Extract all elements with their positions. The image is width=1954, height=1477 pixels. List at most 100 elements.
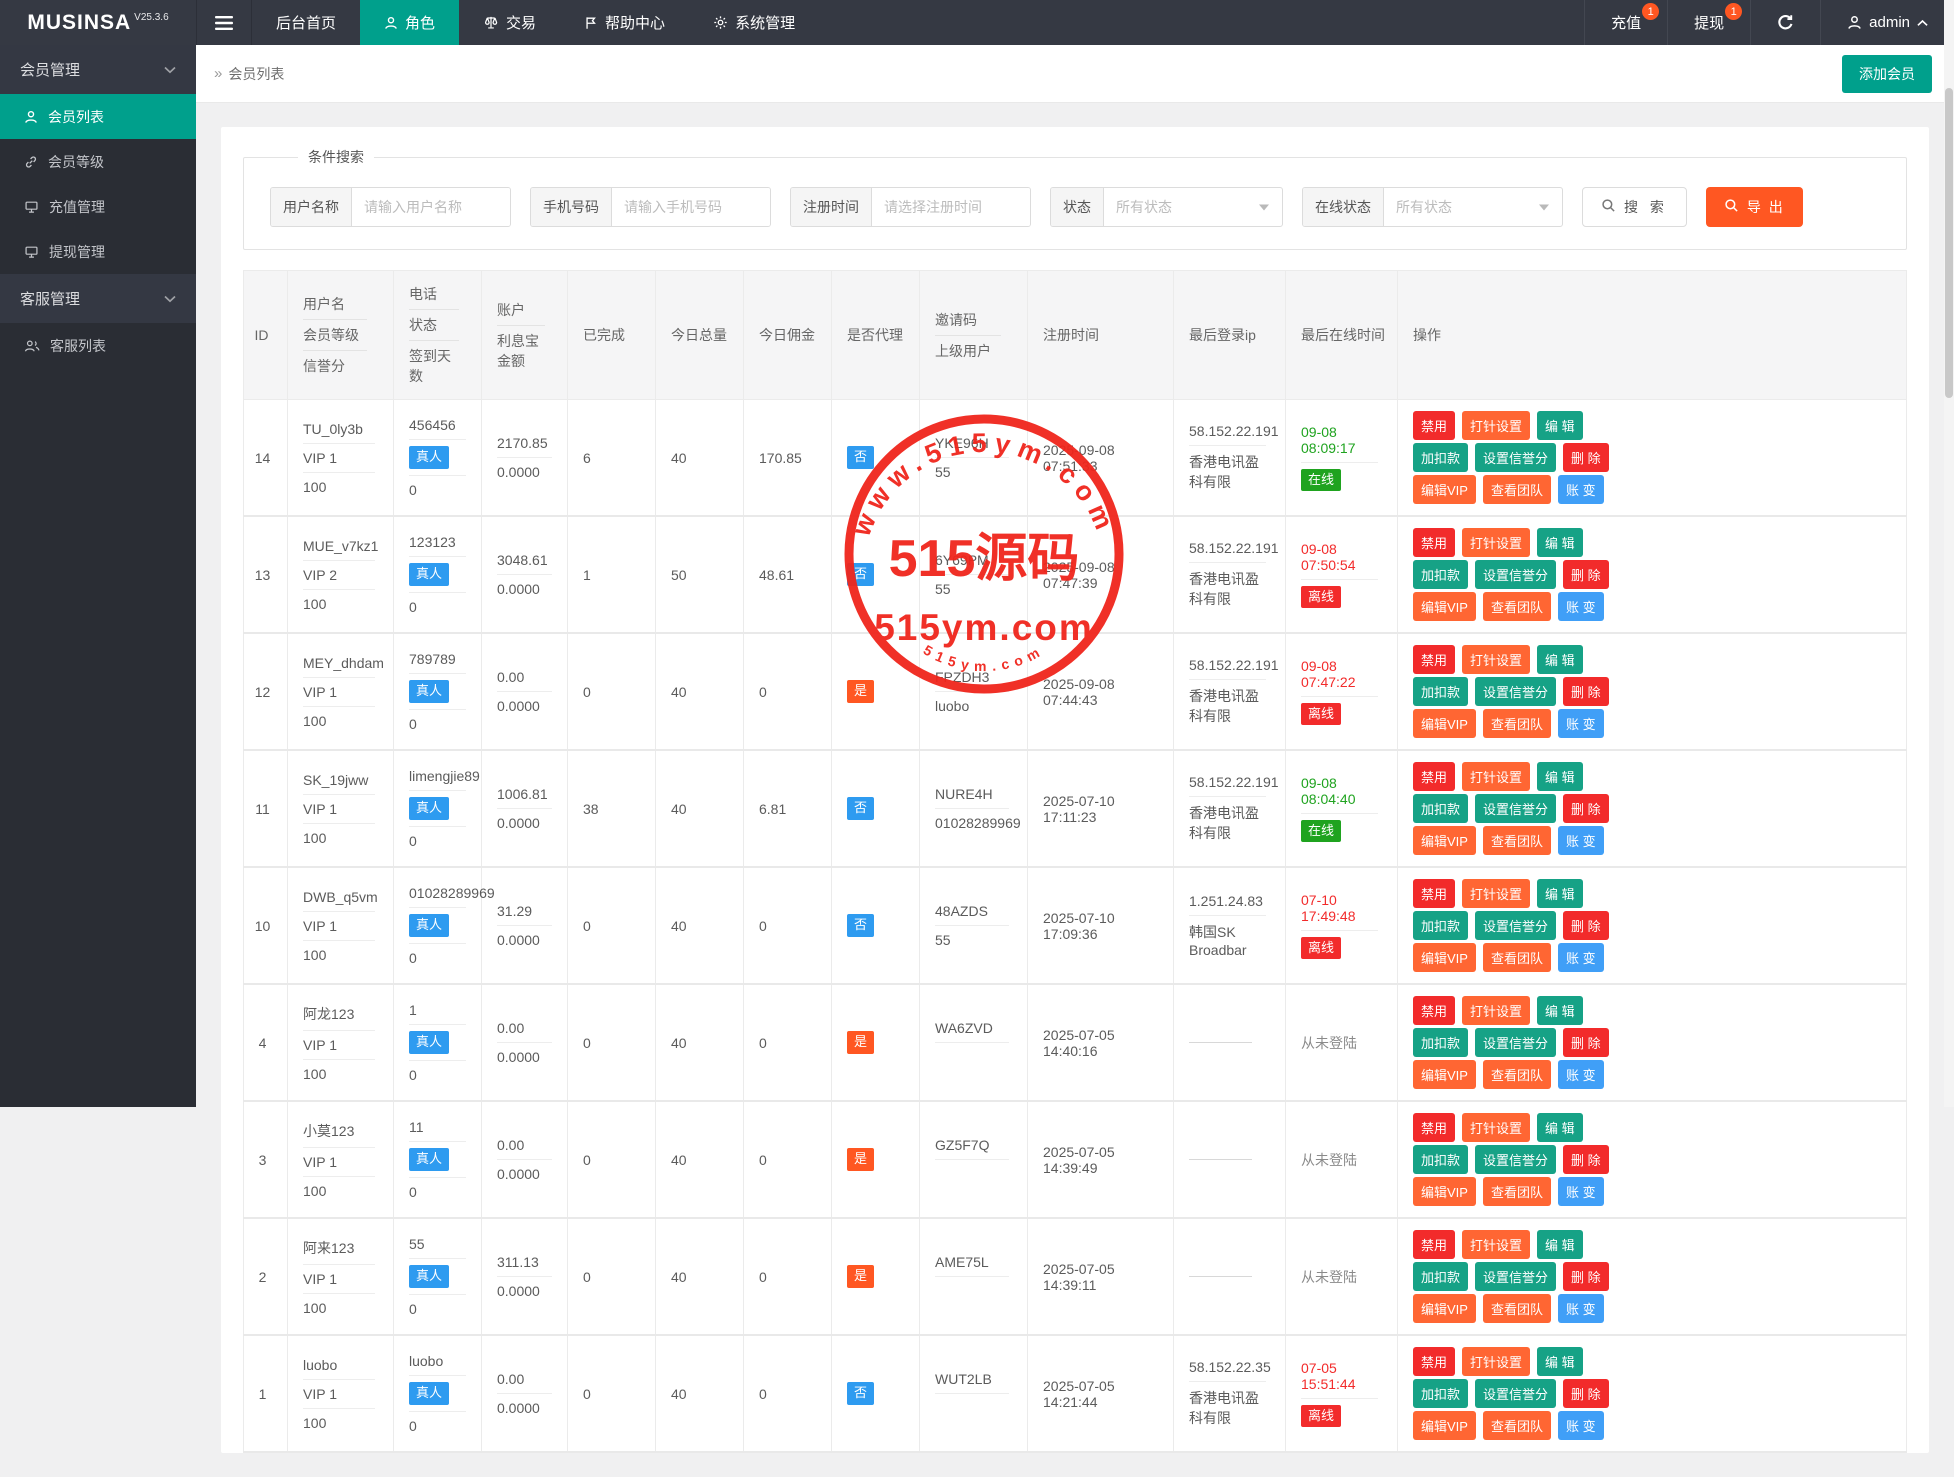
action-删除-button[interactable]: 删 除 — [1563, 677, 1609, 706]
nav-item-2[interactable]: 交易 — [459, 0, 560, 45]
export-button[interactable]: 导 出 — [1706, 187, 1803, 227]
action-查看团队-button[interactable]: 查看团队 — [1483, 943, 1551, 972]
action-编辑-button[interactable]: 编 辑 — [1537, 762, 1583, 791]
action-打针设置-button[interactable]: 打针设置 — [1462, 528, 1530, 557]
admin-user-menu[interactable]: admin — [1820, 0, 1954, 45]
action-打针设置-button[interactable]: 打针设置 — [1462, 762, 1530, 791]
sidebar-group-0[interactable]: 会员管理 — [0, 45, 196, 94]
scrollbar-thumb[interactable] — [1945, 88, 1953, 398]
action-编辑VIP-button[interactable]: 编辑VIP — [1413, 1060, 1476, 1089]
action-禁用-button[interactable]: 禁用 — [1413, 1113, 1455, 1142]
action-编辑VIP-button[interactable]: 编辑VIP — [1413, 709, 1476, 738]
action-账变-button[interactable]: 账 变 — [1558, 1294, 1604, 1323]
action-查看团队-button[interactable]: 查看团队 — [1483, 826, 1551, 855]
action-编辑VIP-button[interactable]: 编辑VIP — [1413, 592, 1476, 621]
action-编辑-button[interactable]: 编 辑 — [1537, 1230, 1583, 1259]
search-button[interactable]: 搜 索 — [1582, 187, 1687, 227]
action-删除-button[interactable]: 删 除 — [1563, 1379, 1609, 1408]
action-禁用-button[interactable]: 禁用 — [1413, 1347, 1455, 1376]
action-编辑-button[interactable]: 编 辑 — [1537, 411, 1583, 440]
action-删除-button[interactable]: 删 除 — [1563, 1145, 1609, 1174]
action-账变-button[interactable]: 账 变 — [1558, 1411, 1604, 1440]
nav-item-4[interactable]: 系统管理 — [689, 0, 819, 45]
action-设置信誉分-button[interactable]: 设置信誉分 — [1475, 911, 1556, 940]
field-input[interactable] — [612, 188, 770, 226]
action-打针设置-button[interactable]: 打针设置 — [1462, 996, 1530, 1025]
action-禁用-button[interactable]: 禁用 — [1413, 879, 1455, 908]
action-账变-button[interactable]: 账 变 — [1558, 826, 1604, 855]
action-编辑-button[interactable]: 编 辑 — [1537, 645, 1583, 674]
action-编辑VIP-button[interactable]: 编辑VIP — [1413, 475, 1476, 504]
action-编辑VIP-button[interactable]: 编辑VIP — [1413, 826, 1476, 855]
action-设置信誉分-button[interactable]: 设置信誉分 — [1475, 677, 1556, 706]
action-设置信誉分-button[interactable]: 设置信誉分 — [1475, 1262, 1556, 1291]
sidebar-item-0-3[interactable]: 提现管理 — [0, 229, 196, 274]
action-账变-button[interactable]: 账 变 — [1558, 1177, 1604, 1206]
action-删除-button[interactable]: 删 除 — [1563, 911, 1609, 940]
field-input[interactable] — [872, 188, 1030, 226]
action-编辑VIP-button[interactable]: 编辑VIP — [1413, 1177, 1476, 1206]
action-查看团队-button[interactable]: 查看团队 — [1483, 1294, 1551, 1323]
action-加扣款-button[interactable]: 加扣款 — [1413, 677, 1468, 706]
vertical-scrollbar[interactable] — [1944, 0, 1954, 1107]
action-账变-button[interactable]: 账 变 — [1558, 709, 1604, 738]
action-账变-button[interactable]: 账 变 — [1558, 592, 1604, 621]
action-打针设置-button[interactable]: 打针设置 — [1462, 645, 1530, 674]
action-打针设置-button[interactable]: 打针设置 — [1462, 1230, 1530, 1259]
nav-item-1[interactable]: 角色 — [360, 0, 459, 45]
action-禁用-button[interactable]: 禁用 — [1413, 528, 1455, 557]
action-删除-button[interactable]: 删 除 — [1563, 1028, 1609, 1057]
action-账变-button[interactable]: 账 变 — [1558, 1060, 1604, 1089]
action-加扣款-button[interactable]: 加扣款 — [1413, 443, 1468, 472]
sidebar-item-1-0[interactable]: 客服列表 — [0, 323, 196, 368]
action-加扣款-button[interactable]: 加扣款 — [1413, 560, 1468, 589]
action-查看团队-button[interactable]: 查看团队 — [1483, 709, 1551, 738]
action-编辑VIP-button[interactable]: 编辑VIP — [1413, 943, 1476, 972]
nav-refresh-button[interactable] — [1750, 0, 1820, 45]
action-编辑-button[interactable]: 编 辑 — [1537, 1347, 1583, 1376]
action-加扣款-button[interactable]: 加扣款 — [1413, 794, 1468, 823]
action-加扣款-button[interactable]: 加扣款 — [1413, 911, 1468, 940]
action-查看团队-button[interactable]: 查看团队 — [1483, 1060, 1551, 1089]
action-编辑-button[interactable]: 编 辑 — [1537, 1113, 1583, 1142]
action-查看团队-button[interactable]: 查看团队 — [1483, 475, 1551, 504]
action-禁用-button[interactable]: 禁用 — [1413, 1230, 1455, 1259]
action-编辑-button[interactable]: 编 辑 — [1537, 528, 1583, 557]
action-查看团队-button[interactable]: 查看团队 — [1483, 1177, 1551, 1206]
action-禁用-button[interactable]: 禁用 — [1413, 411, 1455, 440]
action-编辑VIP-button[interactable]: 编辑VIP — [1413, 1294, 1476, 1323]
sidebar-item-0-2[interactable]: 充值管理 — [0, 184, 196, 229]
action-设置信誉分-button[interactable]: 设置信誉分 — [1475, 1379, 1556, 1408]
action-禁用-button[interactable]: 禁用 — [1413, 996, 1455, 1025]
field-select[interactable]: 所有状态 — [1384, 188, 1562, 226]
action-设置信誉分-button[interactable]: 设置信誉分 — [1475, 794, 1556, 823]
sidebar-item-0-1[interactable]: 会员等级 — [0, 139, 196, 184]
action-设置信誉分-button[interactable]: 设置信誉分 — [1475, 443, 1556, 472]
action-账变-button[interactable]: 账 变 — [1558, 943, 1604, 972]
action-打针设置-button[interactable]: 打针设置 — [1462, 1347, 1530, 1376]
action-删除-button[interactable]: 删 除 — [1563, 443, 1609, 472]
nav-item-3[interactable]: 帮助中心 — [560, 0, 689, 45]
nav-chip-1[interactable]: 提现1 — [1667, 0, 1750, 45]
action-打针设置-button[interactable]: 打针设置 — [1462, 879, 1530, 908]
action-编辑-button[interactable]: 编 辑 — [1537, 996, 1583, 1025]
action-加扣款-button[interactable]: 加扣款 — [1413, 1379, 1468, 1408]
nav-chip-0[interactable]: 充值1 — [1584, 0, 1667, 45]
action-加扣款-button[interactable]: 加扣款 — [1413, 1145, 1468, 1174]
action-设置信誉分-button[interactable]: 设置信誉分 — [1475, 1145, 1556, 1174]
field-input[interactable] — [352, 188, 510, 226]
action-禁用-button[interactable]: 禁用 — [1413, 762, 1455, 791]
action-删除-button[interactable]: 删 除 — [1563, 560, 1609, 589]
action-打针设置-button[interactable]: 打针设置 — [1462, 411, 1530, 440]
sidebar-group-1[interactable]: 客服管理 — [0, 274, 196, 323]
action-账变-button[interactable]: 账 变 — [1558, 475, 1604, 504]
action-删除-button[interactable]: 删 除 — [1563, 1262, 1609, 1291]
field-select[interactable]: 所有状态 — [1104, 188, 1282, 226]
action-编辑-button[interactable]: 编 辑 — [1537, 879, 1583, 908]
nav-item-0[interactable]: 后台首页 — [252, 0, 360, 45]
hamburger-menu-icon[interactable] — [196, 0, 252, 45]
action-删除-button[interactable]: 删 除 — [1563, 794, 1609, 823]
action-查看团队-button[interactable]: 查看团队 — [1483, 592, 1551, 621]
action-加扣款-button[interactable]: 加扣款 — [1413, 1028, 1468, 1057]
action-加扣款-button[interactable]: 加扣款 — [1413, 1262, 1468, 1291]
